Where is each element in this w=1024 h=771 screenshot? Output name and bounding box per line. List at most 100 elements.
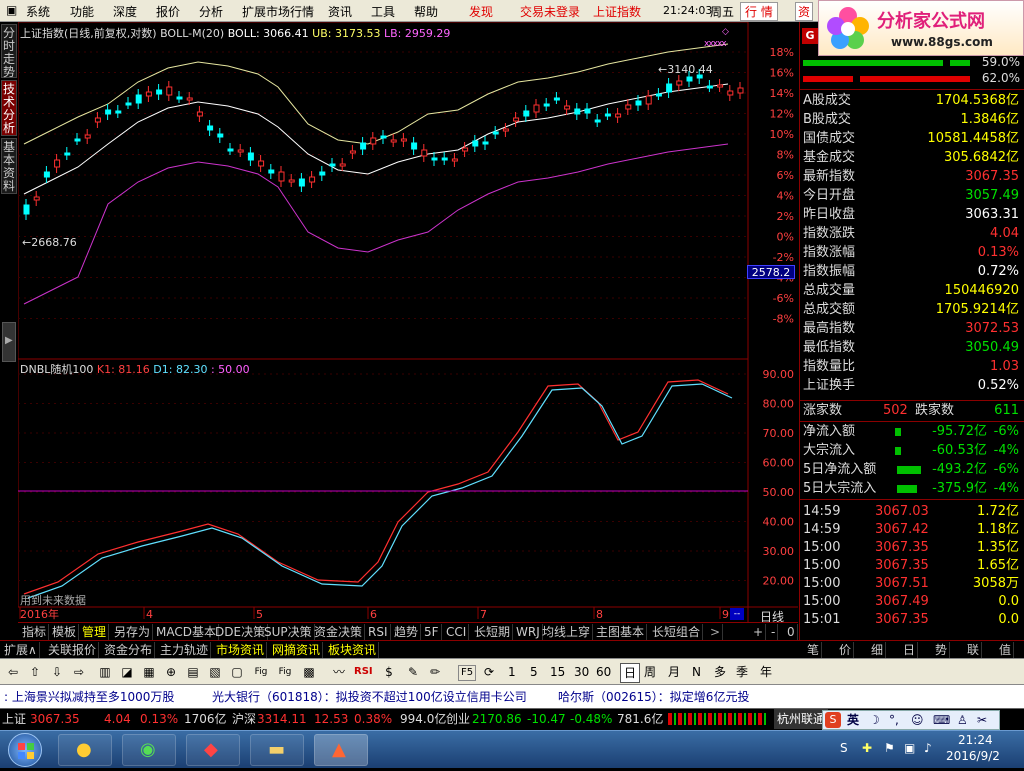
arrow-left-icon[interactable]: ⇦ (4, 663, 22, 681)
period-30min[interactable]: 30 (574, 663, 589, 681)
tick-row[interactable]: 15:00 3067.35 1.65亿 (803, 557, 1023, 575)
tab-fundamental[interactable]: 基本资料 (1, 138, 17, 194)
layout-icon[interactable]: ▩ (300, 663, 318, 681)
rtab-linked[interactable]: 联 (965, 642, 983, 658)
tab-scroll-right-icon[interactable]: > (708, 624, 724, 640)
tools-icon[interactable]: ✂ (977, 710, 987, 730)
rtab-daily[interactable]: 日 (901, 642, 919, 658)
menu-system-icon[interactable]: ▣ (6, 3, 17, 17)
rtab-detail[interactable]: 细 (869, 642, 887, 658)
tab-dde[interactable]: DDE决策 (213, 624, 269, 640)
period-1min[interactable]: 1 (508, 663, 516, 681)
emoji-icon[interactable]: ☺ (911, 710, 924, 730)
tab-template[interactable]: 模板 (50, 624, 80, 640)
scroll-end-marker[interactable]: -- (730, 608, 744, 620)
news-item-3[interactable]: 哈尔斯（002615）：拟定增6亿元投 (558, 685, 749, 709)
chart-canvas[interactable]: 18%16%14%12%10%8%6%4%2%0%-2%-4%-6%-8% 90… (18, 22, 798, 622)
tab-trend[interactable]: 趋势 (392, 624, 422, 640)
dollar-icon[interactable]: $ (380, 663, 398, 681)
start-button[interactable] (8, 733, 42, 767)
rtab-trend[interactable]: 势 (933, 642, 951, 658)
tab-digest-news[interactable]: 网摘资讯 (270, 642, 324, 658)
tab-save-as[interactable]: 另存为 (112, 624, 154, 640)
table-icon[interactable]: ▧ (206, 663, 224, 681)
tick-row[interactable]: 14:59 3067.03 1.72亿 (803, 503, 1023, 521)
period-5min[interactable]: 5 (530, 663, 538, 681)
f5-button[interactable]: F5 (458, 665, 477, 681)
tab-sup[interactable]: SUP决策 (262, 624, 315, 640)
menu-discover[interactable]: 发现 (469, 3, 493, 20)
menu-item-quote[interactable]: 报价 (156, 3, 180, 20)
tray-ime-icon[interactable]: S (840, 741, 848, 755)
tab-expand[interactable]: 扩展∧ (2, 642, 40, 658)
rtab-value[interactable]: 值 (997, 642, 1015, 658)
menu-item-depth[interactable]: 深度 (113, 3, 137, 20)
marker-icon[interactable]: ✎ (404, 663, 422, 681)
menu-item-analysis[interactable]: 分析 (199, 3, 223, 20)
kline-chart[interactable]: 18%16%14%12%10%8%6%4%2%0%-2%-4%-6%-8% 90… (18, 22, 798, 624)
refresh-icon[interactable]: ⟳ (480, 663, 498, 681)
menu-item-function[interactable]: 功能 (70, 3, 94, 20)
zoom-out-button[interactable]: - (769, 624, 779, 640)
tick-row[interactable]: 15:01 3067.35 0.0 (803, 611, 1023, 629)
news-item-2[interactable]: 光大银行（601818）：拟投资不超过100亿设立信用卡公司 (212, 685, 527, 709)
period-year[interactable]: 年 (760, 663, 772, 681)
sogou-ime-icon[interactable]: S (825, 712, 841, 728)
fig-icon[interactable]: Fig (252, 663, 270, 681)
punct-icon[interactable]: °, (889, 710, 899, 730)
menu-item-ext-market[interactable]: 扩展市场行情 (242, 3, 314, 20)
tray-volume-icon[interactable]: ♪ (924, 741, 932, 755)
tray-flag-icon[interactable]: ⚑ (884, 741, 895, 755)
taskbar-app-ie[interactable]: ● (58, 734, 112, 766)
zoom-reset-button[interactable]: 0 (785, 624, 798, 640)
period-15min[interactable]: 15 (550, 663, 565, 681)
tab-related-quote[interactable]: 关联报价 (46, 642, 100, 658)
tray-app-icon[interactable]: ✚ (862, 741, 872, 755)
tab-macd[interactable]: MACD基本 (154, 624, 219, 640)
arrow-up-icon[interactable]: ⇧ (26, 663, 44, 681)
window-icon[interactable]: ▢ (228, 663, 246, 681)
tab-capital-dist[interactable]: 资金分布 (102, 642, 156, 658)
zoom-in-button[interactable]: + (751, 624, 767, 640)
taskbar-app-explorer[interactable]: ▬ (250, 734, 304, 766)
moon-icon[interactable]: ☽ (869, 710, 880, 730)
tab-manage[interactable]: 管理 (80, 624, 110, 640)
menu-item-system[interactable]: 系统 (26, 3, 50, 20)
period-day[interactable]: 日 (620, 663, 641, 683)
tab-capital[interactable]: 资金决策 (312, 624, 366, 640)
tab-sector-news[interactable]: 板块资讯 (326, 642, 380, 658)
arrow-right-icon[interactable]: ⇨ (70, 663, 88, 681)
tab-technical[interactable]: 技术分析 (1, 80, 17, 136)
tray-network-icon[interactable]: ▣ (904, 741, 915, 755)
tab-main-track[interactable]: 主力轨迹 (158, 642, 212, 658)
rsi-button[interactable]: RSI (354, 663, 373, 681)
tick-row[interactable]: 15:00 3067.49 0.0 (803, 593, 1023, 611)
news-item-1[interactable]: : 上海景兴拟减持至多1000万股 (4, 685, 174, 709)
candle-chart-icon[interactable]: ▥ (96, 663, 114, 681)
quote-button[interactable]: 行 情 (740, 2, 778, 21)
ime-mode[interactable]: 英 (847, 710, 859, 730)
fig2-icon[interactable]: Fig (276, 663, 294, 681)
taskbar-app-analyst[interactable]: ◆ (186, 734, 240, 766)
period-quarter[interactable]: 季 (736, 663, 748, 681)
period-n[interactable]: N (692, 663, 701, 681)
zoom-icon[interactable]: ⊕ (162, 663, 180, 681)
info-button[interactable]: 资 (795, 2, 814, 21)
tick-row[interactable]: 14:59 3067.42 1.18亿 (803, 521, 1023, 539)
tab-market-news[interactable]: 市场资讯 (214, 642, 268, 658)
tab-ma-cross[interactable]: 均线上穿 (540, 624, 594, 640)
period-month[interactable]: 月 (668, 663, 680, 681)
period-60min[interactable]: 60 (596, 663, 611, 681)
tab-long-short[interactable]: 长短期 (472, 624, 514, 640)
wave-icon[interactable]: 〰 (330, 663, 348, 681)
menu-item-tools[interactable]: 工具 (371, 3, 395, 20)
tick-row[interactable]: 15:00 3067.51 3058万 (803, 575, 1023, 593)
menu-trade-login[interactable]: 交易未登录 (520, 3, 580, 20)
period-week[interactable]: 周 (644, 663, 656, 681)
tab-main-basic[interactable]: 主图基本 (594, 624, 648, 640)
shirt-icon[interactable]: ♙ (957, 710, 968, 730)
menu-item-help[interactable]: 帮助 (414, 3, 438, 20)
keyboard-icon[interactable]: ⌨ (933, 710, 950, 730)
collapse-handle[interactable]: ▶ (2, 322, 16, 362)
rtab-trades[interactable]: 笔 (805, 642, 823, 658)
